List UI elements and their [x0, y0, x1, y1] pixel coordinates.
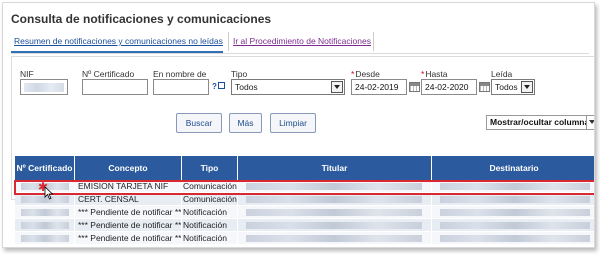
table-row[interactable]: CERT. CENSAL Comunicación — [15, 193, 594, 206]
table-header: Nº Certificado Concepto Tipo Titular Des… — [15, 156, 594, 180]
tab-procedimiento-notificaciones[interactable]: Ir al Procedimiento de Notificaciones — [228, 32, 374, 51]
table-row[interactable]: EMISION TARJETA NIF Comunicación — [15, 180, 594, 193]
nif-label: NIF — [20, 69, 34, 79]
tab-divider — [11, 53, 589, 54]
tipo-select-value: Todos — [235, 82, 258, 92]
leida-select-value: Todos — [495, 82, 518, 92]
nif-redacted-value — [24, 83, 64, 92]
desde-field[interactable]: 24-02-2019 — [351, 79, 407, 95]
cell-titular — [238, 232, 432, 244]
leida-select[interactable]: Todos — [491, 79, 535, 95]
cell-certificado[interactable] — [15, 206, 75, 218]
mas-button[interactable]: Más — [229, 113, 262, 133]
cell-titular — [238, 206, 432, 218]
calendar-icon[interactable] — [479, 82, 490, 92]
calendar-icon[interactable] — [409, 82, 420, 92]
cell-destinatario — [432, 232, 594, 244]
help-external-icon[interactable]: ? — [211, 81, 226, 93]
column-header-certificado[interactable]: Nº Certificado — [15, 156, 75, 180]
nombre-label: En nombre de — [153, 69, 207, 79]
cell-tipo: Notificación — [182, 232, 238, 244]
columns-toggle-label: Mostrar/ocultar columnas — [490, 117, 594, 127]
cell-destinatario — [432, 219, 594, 231]
cell-titular — [238, 193, 432, 205]
table-row[interactable]: *** Pendiente de notificar *** Notificac… — [15, 219, 594, 232]
column-header-destinatario[interactable]: Destinatario — [432, 156, 594, 180]
cell-concepto: *** Pendiente de notificar *** — [75, 219, 182, 231]
tab-resumen-no-leidas[interactable]: Resumen de notificaciones y comunicacion… — [11, 32, 223, 53]
desde-label: *Desde — [351, 69, 380, 79]
tipo-label: Tipo — [231, 69, 248, 79]
cell-titular — [238, 219, 432, 231]
nombre-field[interactable] — [153, 79, 209, 95]
certificado-label: Nº Certificado — [82, 69, 135, 79]
table-row[interactable]: *** Pendiente de notificar *** Notificac… — [15, 206, 594, 219]
table-row[interactable]: *** Pendiente de notificar *** Notificac… — [15, 232, 594, 245]
results-table: Nº Certificado Concepto Tipo Titular Des… — [15, 156, 594, 245]
cell-destinatario — [432, 180, 594, 192]
cell-tipo: Comunicación — [182, 180, 238, 192]
buscar-button[interactable]: Buscar — [176, 113, 222, 133]
cell-certificado[interactable] — [15, 232, 75, 244]
cell-certificado[interactable] — [15, 219, 75, 231]
cell-titular — [238, 180, 432, 192]
cell-tipo: Notificación — [182, 206, 238, 218]
column-header-tipo[interactable]: Tipo — [182, 156, 238, 180]
tipo-select[interactable]: Todos — [231, 79, 345, 95]
hasta-label: *Hasta — [421, 69, 448, 79]
nif-field[interactable] — [20, 79, 68, 95]
cell-concepto: *** Pendiente de notificar *** — [75, 206, 182, 218]
cell-tipo: Notificación — [182, 219, 238, 231]
cell-destinatario — [432, 206, 594, 218]
app-window: Consulta de notificaciones y comunicacio… — [2, 2, 595, 248]
cell-concepto: EMISION TARJETA NIF — [75, 180, 182, 192]
hasta-field[interactable]: 24-02-2020 — [421, 79, 477, 95]
page-title: Consulta de notificaciones y comunicacio… — [11, 12, 272, 26]
certificado-field[interactable] — [82, 79, 148, 95]
chevron-down-icon[interactable] — [521, 81, 533, 93]
leida-label: Leída — [491, 69, 513, 79]
cell-concepto: CERT. CENSAL — [75, 193, 182, 205]
mouse-pointer-icon — [44, 186, 54, 200]
limpiar-button[interactable]: Limpiar — [270, 113, 316, 133]
cell-concepto: *** Pendiente de notificar *** — [75, 232, 182, 244]
column-header-concepto[interactable]: Concepto — [75, 156, 182, 180]
tab-bar: Resumen de notificaciones y comunicacion… — [11, 32, 374, 53]
column-header-titular[interactable]: Titular — [238, 156, 432, 180]
chevron-down-icon[interactable] — [586, 116, 594, 129]
columns-toggle-select[interactable]: Mostrar/ocultar columnas — [486, 115, 594, 130]
cell-destinatario — [432, 193, 594, 205]
chevron-down-icon[interactable] — [331, 81, 343, 93]
cell-tipo: Comunicación — [182, 193, 238, 205]
